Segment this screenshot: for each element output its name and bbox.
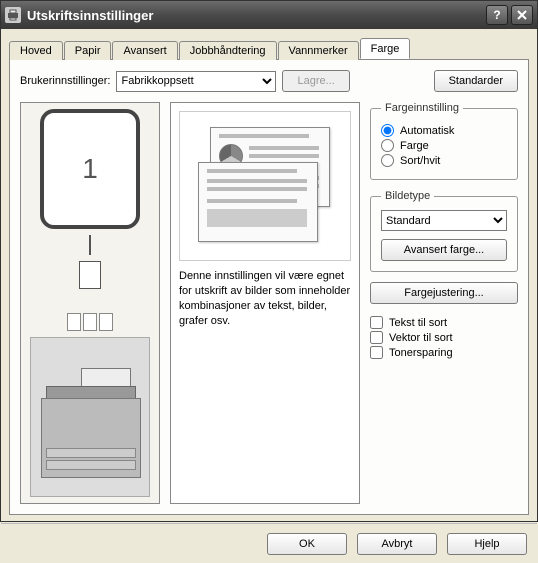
preview-column: 1 — [20, 102, 160, 504]
image-type-group: Bildetype Standard Avansert farge... — [370, 190, 518, 272]
page-number: 1 — [82, 153, 98, 185]
mini-doc-icon — [79, 261, 101, 289]
ok-button[interactable]: OK — [267, 533, 347, 555]
check-tonersparing-input[interactable] — [370, 346, 383, 359]
check-tonersparing[interactable]: Tonersparing — [370, 346, 518, 359]
color-radio-farge-input[interactable] — [381, 139, 394, 152]
connector-line — [89, 235, 91, 255]
print-settings-window: Utskriftsinnstillinger ? Hoved Papir Ava… — [0, 0, 538, 522]
client-area: Hoved Papir Avansert Jobbhåndtering Vann… — [1, 29, 537, 523]
tab-label: Avansert — [123, 45, 166, 57]
printer-app-icon — [5, 7, 21, 23]
cancel-button[interactable]: Avbryt — [357, 533, 437, 555]
check-tekst-til-sort[interactable]: Tekst til sort — [370, 316, 518, 329]
check-label: Vektor til sort — [389, 332, 453, 344]
printer-illustration — [30, 337, 150, 497]
check-vektor-til-sort-input[interactable] — [370, 331, 383, 344]
main-row: 1 — [20, 102, 518, 504]
color-radio-farge[interactable]: Farge — [381, 139, 507, 152]
check-label: Tonersparing — [389, 347, 453, 359]
help-window-button[interactable]: ? — [486, 5, 508, 25]
sample-pages-illustration — [179, 111, 351, 261]
description-column: Denne innstillingen vil være egnet for u… — [170, 102, 360, 504]
color-radio-sorthvit[interactable]: Sort/hvit — [381, 154, 507, 167]
description-text: Denne innstillingen vil være egnet for u… — [179, 269, 351, 328]
tab-jobbhandtering[interactable]: Jobbhåndtering — [179, 41, 277, 60]
color-radio-automatisk-input[interactable] — [381, 124, 394, 137]
color-adjustment-button[interactable]: Fargejustering... — [370, 282, 518, 304]
tab-label: Hoved — [20, 45, 52, 57]
settings-column: Fargeinnstilling Automatisk Farge Sort/h… — [370, 102, 518, 504]
color-radio-automatisk[interactable]: Automatisk — [381, 124, 507, 137]
color-setting-legend: Fargeinnstilling — [381, 102, 463, 114]
tab-panel-farge: Brukerinnstillinger: Fabrikkoppsett Lagr… — [9, 59, 529, 515]
radio-label: Sort/hvit — [400, 155, 440, 167]
close-window-button[interactable] — [511, 5, 533, 25]
check-vektor-til-sort[interactable]: Vektor til sort — [370, 331, 518, 344]
tab-label: Papir — [75, 45, 101, 57]
tab-vannmerker[interactable]: Vannmerker — [278, 41, 359, 60]
tab-hoved[interactable]: Hoved — [9, 41, 63, 60]
radio-label: Automatisk — [400, 125, 454, 137]
user-settings-combo[interactable]: Fabrikkoppsett — [116, 71, 276, 92]
window-title: Utskriftsinnstillinger — [27, 8, 483, 23]
check-label: Tekst til sort — [389, 317, 447, 329]
tab-strip: Hoved Papir Avansert Jobbhåndtering Vann… — [9, 37, 529, 59]
image-type-legend: Bildetype — [381, 190, 434, 202]
tab-label: Farge — [371, 43, 400, 55]
help-button[interactable]: Hjelp — [447, 533, 527, 555]
advanced-color-button[interactable]: Avansert farge... — [381, 239, 507, 261]
tab-papir[interactable]: Papir — [64, 41, 112, 60]
tab-farge[interactable]: Farge — [360, 38, 411, 59]
page-preview: 1 — [40, 109, 140, 229]
checkbox-list: Tekst til sort Vektor til sort Tonerspar… — [370, 314, 518, 361]
user-settings-label: Brukerinnstillinger: — [20, 75, 110, 87]
image-type-combo[interactable]: Standard — [381, 210, 507, 231]
radio-label: Farge — [400, 140, 429, 152]
check-tekst-til-sort-input[interactable] — [370, 316, 383, 329]
defaults-button[interactable]: Standarder — [434, 70, 518, 92]
color-radio-sorthvit-input[interactable] — [381, 154, 394, 167]
save-button[interactable]: Lagre... — [282, 70, 349, 92]
user-settings-row: Brukerinnstillinger: Fabrikkoppsett Lagr… — [20, 70, 518, 92]
titlebar: Utskriftsinnstillinger ? — [1, 1, 537, 29]
dialog-button-bar: OK Avbryt Hjelp — [1, 523, 537, 563]
tab-label: Vannmerker — [289, 45, 348, 57]
pages-mini-icon — [67, 313, 113, 331]
color-setting-group: Fargeinnstilling Automatisk Farge Sort/h… — [370, 102, 518, 180]
tab-label: Jobbhåndtering — [190, 45, 266, 57]
tab-avansert[interactable]: Avansert — [112, 41, 177, 60]
